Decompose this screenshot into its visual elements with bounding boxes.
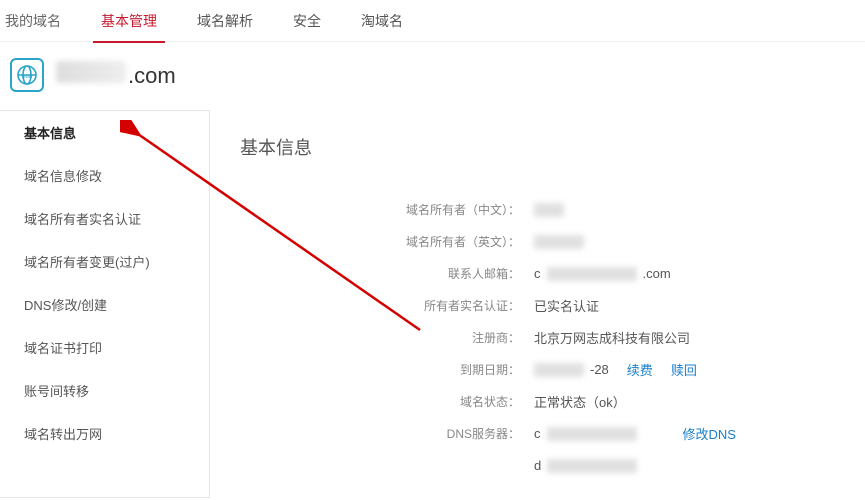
domain-name: .com xyxy=(56,61,176,89)
value-email: c .com xyxy=(534,266,671,281)
tab-basic-manage[interactable]: 基本管理 xyxy=(81,0,177,42)
main-content: 基本信息 域名所有者（中文）： 域名所有者（英文）： 联系人邮箱： c .com … xyxy=(210,110,865,498)
sidebar-item-basic-info[interactable]: 基本信息 xyxy=(0,111,209,154)
sidebar: 基本信息 域名信息修改 域名所有者实名认证 域名所有者变更(过户) DNS修改/… xyxy=(0,110,210,498)
redeem-link[interactable]: 赎回 xyxy=(671,360,697,379)
modify-dns-link[interactable]: 修改DNS xyxy=(683,424,736,443)
row-status: 域名状态： 正常状态（ok） xyxy=(380,392,835,411)
label-dns: DNS服务器： xyxy=(380,425,520,442)
label-expire: 到期日期： xyxy=(380,361,520,378)
domain-header: www .com xyxy=(0,42,865,110)
value-owner-en xyxy=(534,235,584,249)
value-owner-cn xyxy=(534,203,564,217)
sidebar-item-transfer-out[interactable]: 域名转出万网 xyxy=(0,412,209,455)
sidebar-item-dns[interactable]: DNS修改/创建 xyxy=(0,283,209,326)
sidebar-item-cert-print[interactable]: 域名证书打印 xyxy=(0,326,209,369)
label-email: 联系人邮箱： xyxy=(380,265,520,282)
tab-tao-domain[interactable]: 淘域名 xyxy=(341,0,423,42)
label-realname: 所有者实名认证： xyxy=(380,297,520,314)
breadcrumb: 我的域名 xyxy=(0,11,81,31)
tab-dns-resolve[interactable]: 域名解析 xyxy=(177,0,273,42)
label-status: 域名状态： xyxy=(380,393,520,410)
email-prefix: c xyxy=(534,266,541,281)
www-globe-icon: www xyxy=(10,58,44,92)
value-registrar: 北京万网志成科技有限公司 xyxy=(534,328,690,347)
info-table: 域名所有者（中文）： 域名所有者（英文）： 联系人邮箱： c .com 所有者实名… xyxy=(380,200,835,475)
email-suffix: .com xyxy=(643,266,671,281)
section-title: 基本信息 xyxy=(240,134,835,160)
tab-security[interactable]: 安全 xyxy=(273,0,341,42)
value-dns1: c 修改DNS xyxy=(534,424,736,443)
row-email: 联系人邮箱： c .com xyxy=(380,264,835,283)
label-registrar: 注册商： xyxy=(380,329,520,346)
label-owner-cn: 域名所有者（中文）： xyxy=(380,201,520,218)
domain-suffix: .com xyxy=(128,63,176,89)
dns1-prefix: c xyxy=(534,426,541,441)
value-status: 正常状态（ok） xyxy=(534,392,626,411)
row-registrar: 注册商： 北京万网志成科技有限公司 xyxy=(380,328,835,347)
renew-link[interactable]: 续费 xyxy=(627,360,653,379)
sidebar-item-realname[interactable]: 域名所有者实名认证 xyxy=(0,197,209,240)
value-expire: -28 续费 赎回 xyxy=(534,360,697,379)
value-dns2: d xyxy=(534,458,637,473)
row-dns2: d xyxy=(380,456,835,475)
svg-text:www: www xyxy=(22,74,33,80)
sidebar-item-info-edit[interactable]: 域名信息修改 xyxy=(0,154,209,197)
row-realname: 所有者实名认证： 已实名认证 xyxy=(380,296,835,315)
value-realname: 已实名认证 xyxy=(534,296,599,315)
sidebar-item-account-transfer[interactable]: 账号间转移 xyxy=(0,369,209,412)
row-dns1: DNS服务器： c 修改DNS xyxy=(380,424,835,443)
row-owner-cn: 域名所有者（中文）： xyxy=(380,200,835,219)
label-owner-en: 域名所有者（英文）： xyxy=(380,233,520,250)
expire-fragment: -28 xyxy=(590,362,609,377)
sidebar-item-owner-change[interactable]: 域名所有者变更(过户) xyxy=(0,240,209,283)
domain-masked-part xyxy=(56,61,126,83)
top-nav: 我的域名 基本管理 域名解析 安全 淘域名 xyxy=(0,0,865,42)
row-owner-en: 域名所有者（英文）： xyxy=(380,232,835,251)
row-expire: 到期日期： -28 续费 赎回 xyxy=(380,360,835,379)
dns2-prefix: d xyxy=(534,458,541,473)
